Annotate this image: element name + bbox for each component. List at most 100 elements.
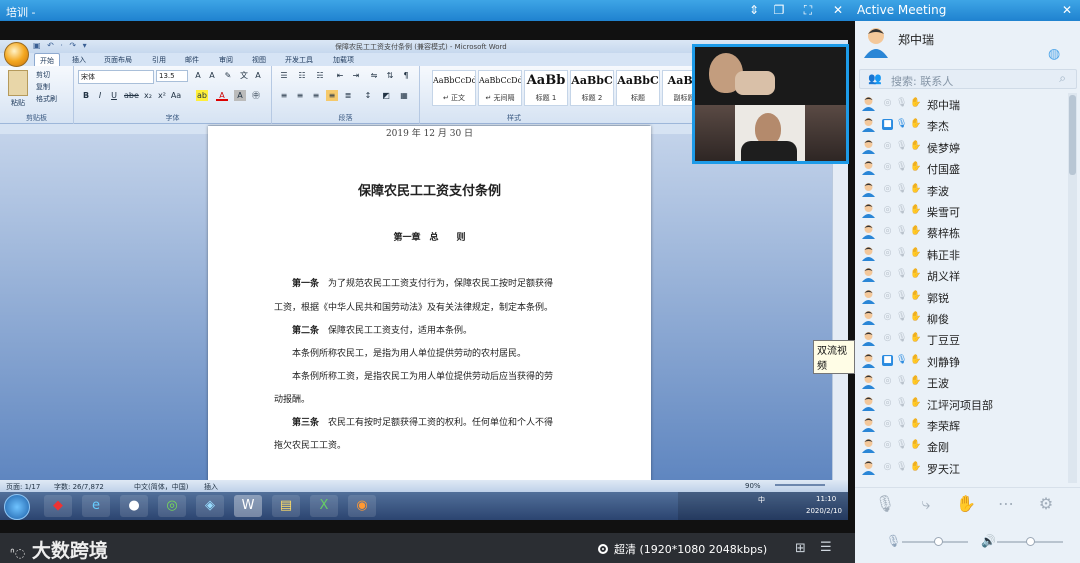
hand-status-icon[interactable]: ✋ bbox=[910, 312, 921, 323]
hand-status-icon[interactable]: ✋ bbox=[910, 98, 921, 109]
bold-icon[interactable]: B bbox=[80, 90, 92, 101]
numbering-icon[interactable]: ☷ bbox=[296, 70, 308, 81]
mic-status-icon[interactable]: 🎙 bbox=[896, 269, 907, 280]
mic-status-icon[interactable]: 🎙 bbox=[896, 312, 907, 323]
tab-review[interactable]: 审阅 bbox=[219, 55, 233, 65]
chrome-icon[interactable]: ◉ bbox=[348, 495, 376, 517]
document-scrollbar[interactable] bbox=[832, 134, 848, 480]
participant-row[interactable]: ◎ 🎙 ✋ 丁豆豆 bbox=[855, 328, 1067, 349]
align-right-icon[interactable]: ≡ bbox=[310, 90, 322, 101]
camera-status-icon[interactable]: ◎ bbox=[882, 419, 893, 430]
participant-row[interactable]: ◎ 🎙 ✋ 蔡梓栋 bbox=[855, 221, 1067, 242]
camera-status-icon[interactable]: ■ bbox=[882, 119, 893, 131]
panel-close-icon[interactable]: ✕ bbox=[1062, 3, 1072, 17]
camera-status-icon[interactable]: ◎ bbox=[882, 291, 893, 302]
mic-status-icon[interactable]: 🎙 bbox=[896, 376, 907, 387]
underline-icon[interactable]: U bbox=[108, 90, 120, 101]
camera-status-icon[interactable]: ◎ bbox=[882, 440, 893, 451]
camera-status-icon[interactable]: ◎ bbox=[882, 205, 893, 216]
participant-row[interactable]: ◎ 🎙 ✋ 柳俊 bbox=[855, 307, 1067, 328]
qq-icon[interactable]: ● bbox=[120, 495, 148, 517]
mic-status-icon[interactable]: 🎙 bbox=[896, 226, 907, 237]
quality-selector[interactable]: 超清 (1920*1080 2048kbps) bbox=[598, 541, 767, 557]
style-heading-1[interactable]: AaBb 标题 1 bbox=[524, 70, 568, 106]
grid-layout-icon[interactable]: ⊞ bbox=[795, 541, 806, 556]
participant-row[interactable]: ◎ 🎙 ✋ 韩正非 bbox=[855, 243, 1067, 264]
camera-status-icon[interactable]: ◎ bbox=[882, 98, 893, 109]
status-page[interactable]: 页面: 1/17 bbox=[6, 482, 40, 492]
hand-status-icon[interactable]: ✋ bbox=[910, 376, 921, 387]
strikethrough-icon[interactable]: abe bbox=[124, 90, 139, 101]
raise-hand-icon[interactable]: ✋ bbox=[955, 493, 977, 515]
ime-indicator[interactable]: 中 bbox=[758, 495, 765, 505]
mic-status-icon[interactable]: 🎙 bbox=[896, 162, 907, 173]
hand-status-icon[interactable]: ✋ bbox=[910, 419, 921, 430]
bullets-icon[interactable]: ☰ bbox=[278, 70, 290, 81]
hand-status-icon[interactable]: ✋ bbox=[910, 398, 921, 409]
video-preview[interactable] bbox=[692, 44, 849, 164]
pin-icon[interactable]: ⇕ bbox=[745, 2, 763, 19]
camera-status-icon[interactable]: ◎ bbox=[882, 184, 893, 195]
char-shading-icon[interactable]: A bbox=[234, 90, 246, 101]
mic-status-icon[interactable]: 🎙 bbox=[896, 141, 907, 152]
restore-icon[interactable]: ❐ bbox=[770, 2, 788, 19]
document-page[interactable]: 2019 年 12 月 30 日 保障农民工工资支付条例 第一章 总 则 第一条… bbox=[208, 126, 651, 520]
format-painter-button[interactable]: 格式刷 bbox=[36, 94, 57, 104]
mic-status-icon[interactable]: 🎙 bbox=[896, 462, 907, 473]
camera-status-icon[interactable]: ◎ bbox=[882, 312, 893, 323]
speaker-level-knob[interactable] bbox=[1026, 537, 1035, 546]
participant-row[interactable]: ◎ 🎙 ✋ 付国盛 bbox=[855, 157, 1067, 178]
mic-status-icon[interactable]: 🎙 bbox=[896, 333, 907, 344]
status-zoom[interactable]: 90% bbox=[745, 482, 761, 490]
word-taskbar-icon[interactable]: W bbox=[234, 495, 262, 517]
copy-button[interactable]: 复制 bbox=[36, 82, 50, 92]
mic-status-icon[interactable]: 🎙 bbox=[896, 419, 907, 430]
tab-home[interactable]: 开始 bbox=[34, 53, 60, 66]
hand-status-icon[interactable]: ✋ bbox=[910, 462, 921, 473]
cut-button[interactable]: 剪切 bbox=[36, 70, 50, 80]
mic-off-icon[interactable]: 🎙 bbox=[874, 493, 896, 515]
participant-row[interactable]: ◎ 🎙 ✋ 胡义祥 bbox=[855, 264, 1067, 285]
status-language[interactable]: 中文(简体，中国) bbox=[134, 482, 188, 492]
more-icon[interactable]: ⋯ bbox=[995, 493, 1017, 515]
contact-search[interactable]: 👥 搜索: 联系人 ⌕ bbox=[859, 69, 1077, 89]
mic-status-icon[interactable]: 🎙 bbox=[896, 355, 907, 366]
hand-status-icon[interactable]: ✋ bbox=[910, 119, 921, 130]
hand-status-icon[interactable]: ✋ bbox=[910, 226, 921, 237]
mic-status-icon[interactable]: 🎙 bbox=[896, 440, 907, 451]
italic-icon[interactable]: I bbox=[94, 90, 106, 101]
clock-time[interactable]: 11:10 bbox=[816, 495, 836, 503]
mic-level-knob[interactable] bbox=[934, 537, 944, 546]
search-input[interactable]: 搜索: 联系人 bbox=[891, 73, 953, 89]
mic-status-icon[interactable]: 🎙 bbox=[896, 98, 907, 109]
quick-access-toolbar[interactable]: ▣ ↶ · ↷ ▾ bbox=[33, 41, 89, 50]
mic-status-icon[interactable]: 🎙 bbox=[896, 248, 907, 259]
start-button[interactable] bbox=[4, 494, 30, 520]
ie-icon[interactable]: e bbox=[82, 495, 110, 517]
distributed-icon[interactable]: ≣ bbox=[342, 90, 354, 101]
multilevel-list-icon[interactable]: ☵ bbox=[314, 70, 326, 81]
taskbar-app-icon[interactable]: ◆ bbox=[44, 495, 72, 517]
office-button[interactable] bbox=[4, 42, 29, 67]
status-words[interactable]: 字数: 26/7,872 bbox=[54, 482, 104, 492]
style-no-spacing[interactable]: AaBbCcDd ↵ 无间隔 bbox=[478, 70, 522, 106]
highlight-icon[interactable]: ab bbox=[196, 90, 208, 101]
increase-indent-icon[interactable]: ⇥ bbox=[350, 70, 362, 81]
hand-status-icon[interactable]: ✋ bbox=[910, 291, 921, 302]
change-case-icon[interactable]: Aa bbox=[170, 90, 182, 101]
participant-row[interactable]: ◎ 🎙 ✋ 李波 bbox=[855, 179, 1067, 200]
clear-format-icon[interactable]: ✎ bbox=[222, 70, 234, 81]
style-title[interactable]: AaBbC 标题 bbox=[616, 70, 660, 106]
hand-status-icon[interactable]: ✋ bbox=[910, 269, 921, 280]
mic-status-icon[interactable]: 🎙 bbox=[896, 205, 907, 216]
chat-icon[interactable]: ◍ bbox=[1048, 46, 1060, 62]
share-icon[interactable]: ⤷ bbox=[915, 493, 937, 515]
hand-status-icon[interactable]: ✋ bbox=[910, 205, 921, 216]
participant-row[interactable]: ◎ 🎙 ✋ 金刚 bbox=[855, 435, 1067, 456]
char-border-icon[interactable]: A bbox=[252, 70, 264, 81]
participant-row[interactable]: ◎ 🎙 ✋ 罗天江 bbox=[855, 457, 1067, 478]
tab-addins[interactable]: 加载项 bbox=[333, 55, 354, 65]
hand-status-icon[interactable]: ✋ bbox=[910, 333, 921, 344]
participant-row[interactable]: ◎ 🎙 ✋ 柴雪可 bbox=[855, 200, 1067, 221]
camera-status-icon[interactable]: ■ bbox=[882, 354, 893, 366]
